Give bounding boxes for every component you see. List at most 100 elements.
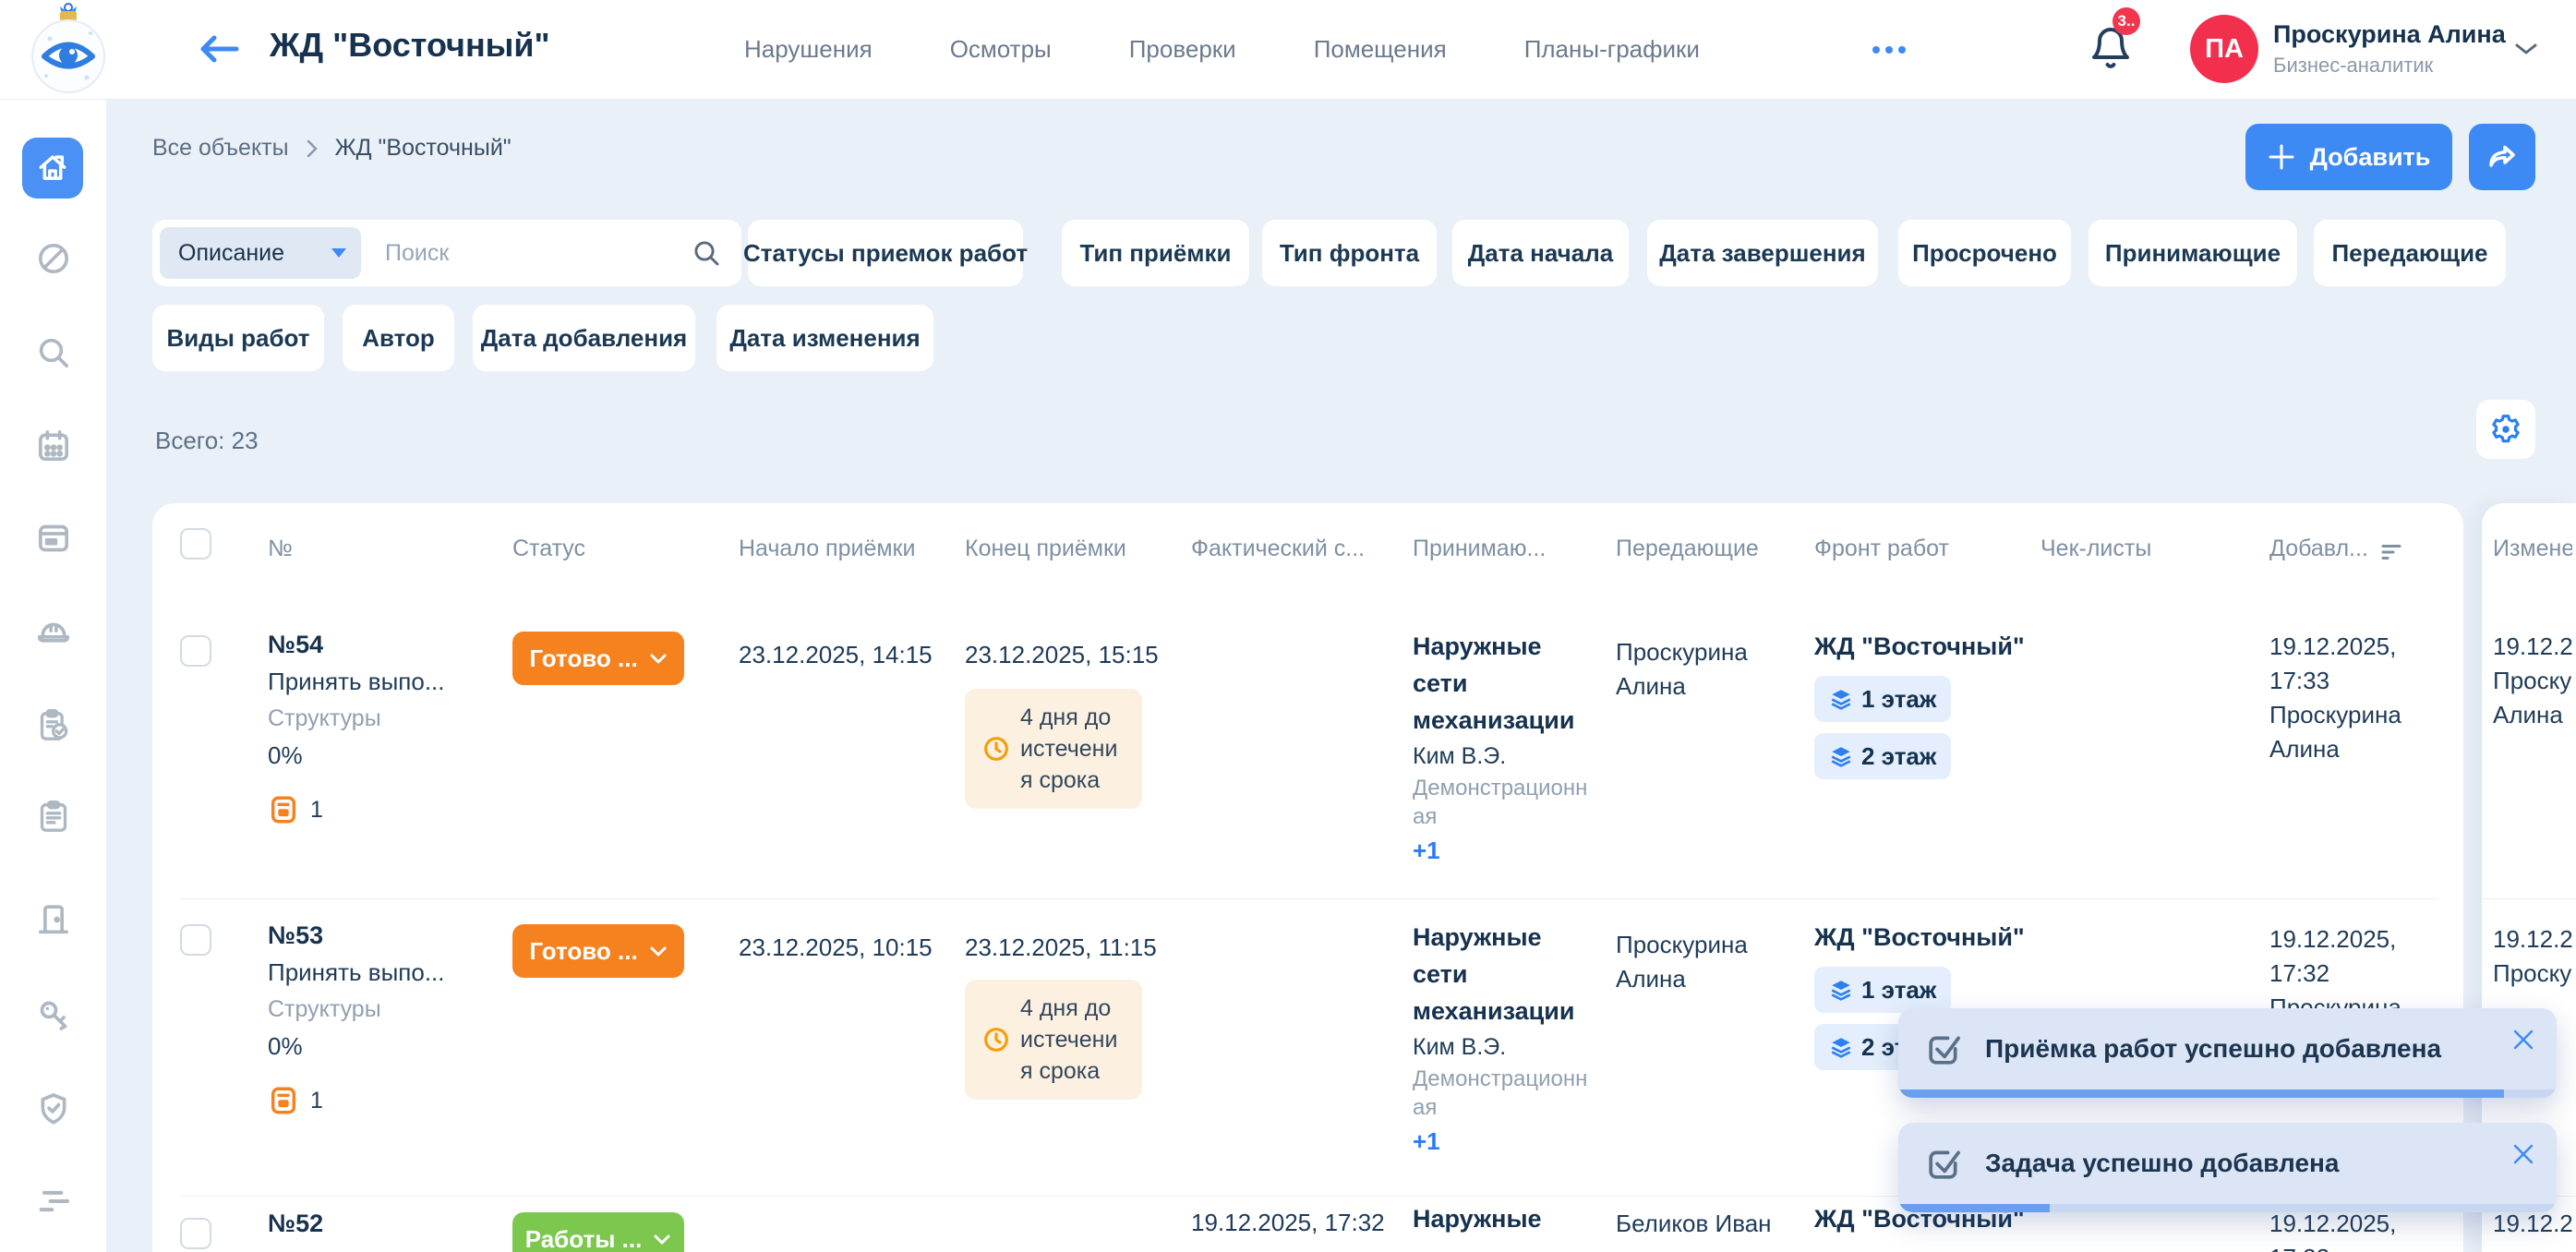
gear-icon — [2488, 412, 2523, 447]
sidebar-item-keys[interactable] — [34, 995, 73, 1034]
filter-chip-author[interactable]: Автор — [343, 305, 454, 371]
nav-item-checks[interactable]: Проверки — [1129, 35, 1236, 64]
select-all-checkbox[interactable] — [180, 528, 211, 560]
add-button[interactable]: Добавить — [2245, 124, 2452, 190]
sidebar-item-warranty[interactable] — [34, 1089, 73, 1128]
cell-start-date: 23.12.2025, 14:15 — [739, 641, 933, 669]
status-label: Готово ... — [529, 644, 637, 673]
filter-chip-front-type[interactable]: Тип фронта — [1262, 220, 1437, 286]
share-forward-icon — [2486, 140, 2519, 174]
sidebar-item-plans[interactable] — [34, 1182, 73, 1221]
row-action: Принять выпо... — [268, 954, 485, 991]
home-icon — [35, 150, 70, 186]
row-checkbox[interactable] — [180, 924, 211, 956]
filter-chip-modified-date[interactable]: Дата изменения — [716, 305, 933, 371]
cell-number: №53 Принять выпо... Структуры 0% 1 — [268, 917, 485, 1116]
close-icon[interactable] — [2510, 1027, 2536, 1057]
floor-badge: 1 этаж — [1814, 967, 1951, 1013]
filter-chip-acceptance-statuses[interactable]: Статусы приемок работ — [748, 220, 1023, 286]
cell-number: №54 Принять выпо... Структуры 0% 1 — [268, 626, 485, 825]
column-header-actual[interactable]: Фактический с... — [1191, 536, 1365, 562]
clock-icon — [981, 734, 1011, 764]
chevron-down-icon — [649, 653, 668, 665]
sidebar-item-rooms[interactable] — [34, 900, 73, 939]
row-number: №52 — [268, 1205, 323, 1242]
filter-chip-acceptance-type[interactable]: Тип приёмки — [1062, 220, 1249, 286]
caret-down-icon — [331, 248, 346, 258]
column-header-end[interactable]: Конец приёмки — [965, 536, 1126, 562]
row-action: Принять выпо... — [268, 663, 485, 700]
filter-chip-transferring[interactable]: Передающие — [2314, 220, 2506, 286]
sidebar-item-home[interactable] — [22, 138, 83, 199]
close-icon[interactable] — [2510, 1141, 2536, 1172]
status-dropdown-button[interactable]: Работы ... — [512, 1212, 684, 1252]
breadcrumb-root[interactable]: Все объекты — [152, 135, 289, 162]
sidebar-item-violations[interactable] — [34, 239, 73, 278]
toast-message: Приёмка работ успешно добавлена — [1985, 1008, 2441, 1089]
share-button[interactable] — [2469, 124, 2535, 190]
filter-chip-receiving[interactable]: Принимающие — [2088, 220, 2297, 286]
search-icon[interactable] — [692, 238, 721, 268]
table-settings-button[interactable] — [2476, 400, 2535, 459]
table-row[interactable]: №54 Принять выпо... Структуры 0% 1 Готов… — [152, 600, 2463, 898]
docs-count: 1 — [268, 1085, 485, 1116]
column-header-checklists[interactable]: Чек-листы — [2040, 536, 2151, 562]
more-link[interactable]: +1 — [1413, 837, 1588, 865]
row-checkbox[interactable] — [180, 1218, 211, 1249]
nav-item-schedules[interactable]: Планы-графики — [1524, 35, 1700, 64]
sidebar-item-acceptance[interactable] — [34, 706, 73, 745]
search-input[interactable] — [383, 239, 645, 268]
column-header-status[interactable]: Статус — [512, 536, 585, 562]
breadcrumb-current: ЖД "Восточный" — [335, 135, 512, 162]
task-check-icon — [1922, 1029, 1965, 1076]
more-link[interactable]: +1 — [1413, 1127, 1588, 1156]
nav-more-icon[interactable] — [1872, 46, 1906, 54]
helmet-icon — [35, 613, 72, 650]
sidebar-item-cards[interactable] — [34, 519, 73, 558]
sidebar-item-construction[interactable] — [34, 612, 73, 651]
column-header-front[interactable]: Фронт работ — [1814, 536, 1949, 562]
plus-icon — [2268, 143, 2295, 171]
filter-chip-end-date[interactable]: Дата завершения — [1647, 220, 1878, 286]
nav-item-violations[interactable]: Нарушения — [744, 35, 873, 64]
row-checkbox[interactable] — [180, 635, 211, 667]
nav-item-rooms[interactable]: Помещения — [1314, 35, 1447, 64]
status-dropdown-button[interactable]: Готово ... — [512, 632, 684, 685]
column-header-start[interactable]: Начало приёмки — [739, 536, 915, 562]
gantt-bars-icon — [35, 1183, 72, 1220]
document-icon — [268, 794, 299, 825]
back-arrow-icon[interactable] — [196, 30, 242, 72]
breadcrumb: Все объекты ЖД "Восточный" — [152, 135, 512, 162]
total-count: Всего: 23 — [155, 427, 259, 455]
nav-item-inspections[interactable]: Осмотры — [950, 35, 1052, 64]
filter-chip-added-date[interactable]: Дата добавления — [473, 305, 695, 371]
door-icon — [35, 901, 72, 938]
column-header-num[interactable]: № — [268, 536, 293, 562]
app-logo-eye-ornament-icon[interactable] — [26, 2, 111, 101]
task-check-icon — [1922, 1143, 1965, 1190]
document-icon — [268, 1085, 299, 1116]
filter-chip-work-types[interactable]: Виды работ — [152, 305, 324, 371]
cell-end-date: 23.12.2025, 11:15 — [965, 933, 1157, 962]
filter-chip-overdue[interactable]: Просрочено — [1898, 220, 2071, 286]
row-work-type: Структуры — [268, 700, 485, 737]
sidebar-item-tasks[interactable] — [34, 798, 73, 837]
sidebar-item-calendar[interactable] — [34, 427, 73, 465]
column-header-receiving[interactable]: Принимаю... — [1413, 536, 1546, 562]
cell-modified: 19.12.2 Проску — [2493, 922, 2574, 991]
filter-chip-start-date[interactable]: Дата начала — [1452, 220, 1629, 286]
user-role: Бизнес-аналитик — [2273, 54, 2433, 78]
cell-transferring: Проскурина Алина — [1616, 635, 1754, 704]
column-header-added[interactable]: Добавл... — [2269, 536, 2368, 562]
sidebar-item-search[interactable] — [34, 333, 73, 372]
sort-descending-icon[interactable] — [2380, 543, 2402, 566]
cell-transferring: Беликов Иван — [1616, 1207, 1782, 1241]
user-avatar[interactable]: ПА — [2190, 15, 2258, 83]
ban-icon — [35, 240, 72, 277]
search-field-selector[interactable]: Описание — [160, 227, 361, 279]
floor-badge: 2 этаж — [1814, 733, 1951, 779]
user-menu-chevron-down-icon[interactable] — [2513, 41, 2539, 62]
status-dropdown-button[interactable]: Готово ... — [512, 924, 684, 978]
column-header-transferring[interactable]: Передающие — [1616, 536, 1759, 562]
column-header-modified[interactable]: Изменено — [2493, 536, 2572, 562]
